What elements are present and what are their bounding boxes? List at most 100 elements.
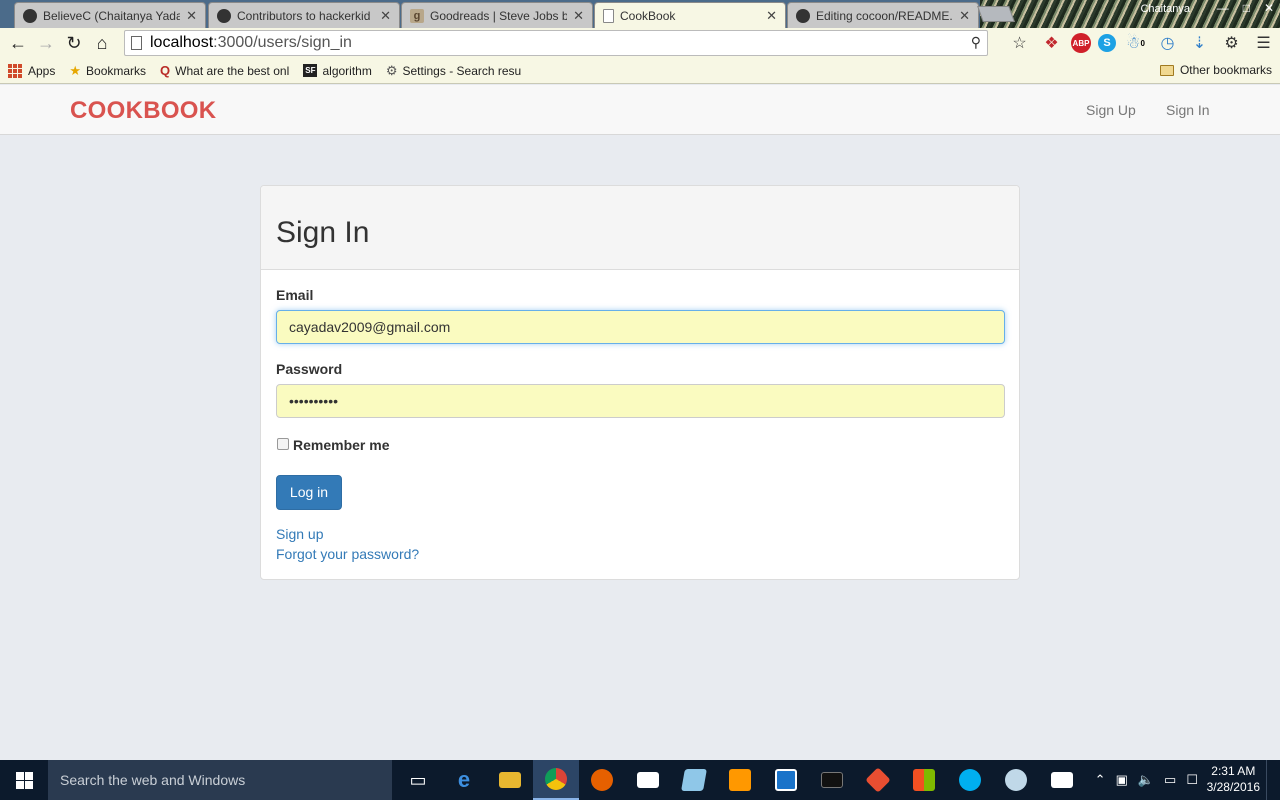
- github-icon: [796, 8, 810, 23]
- task-view-icon[interactable]: ▭: [395, 760, 441, 800]
- page-info-icon[interactable]: [131, 36, 142, 50]
- bookmark-bookmarks[interactable]: ★ Bookmarks: [69, 63, 146, 79]
- battery-icon[interactable]: ▭: [1164, 772, 1176, 788]
- browser-tab[interactable]: Editing cocoon/README.r ✕: [787, 2, 979, 28]
- sign-in-panel: Sign In Email cayadav2009@gmail.com Pass…: [260, 185, 1020, 580]
- key-icon[interactable]: ⚲: [971, 34, 981, 51]
- github-icon: [217, 8, 231, 23]
- sublime-text-icon[interactable]: [717, 760, 763, 800]
- bookmark-apps[interactable]: Apps: [8, 63, 55, 78]
- page-title: Sign In: [276, 216, 370, 249]
- tab-title: CookBook: [620, 9, 676, 23]
- taskbar-search-box[interactable]: Search the web and Windows: [48, 760, 392, 800]
- skype-taskbar-icon[interactable]: [947, 760, 993, 800]
- bookmark-star-icon[interactable]: ☆: [1007, 32, 1032, 54]
- password-label: Password: [276, 361, 343, 377]
- sf-icon: SF: [303, 64, 318, 77]
- home-icon[interactable]: ⌂: [88, 33, 116, 54]
- show-desktop-button[interactable]: [1266, 760, 1280, 800]
- skype-icon[interactable]: S: [1098, 34, 1116, 52]
- browser-tab-strip: Chaitanya — □ ✕ BelieveC (Chaitanya Yada…: [0, 0, 1280, 28]
- notification-icon[interactable]: ☐: [1186, 772, 1198, 788]
- remember-me-checkbox[interactable]: [277, 438, 289, 450]
- terminal-icon[interactable]: [809, 760, 855, 800]
- log-in-button[interactable]: Log in: [276, 475, 342, 510]
- back-arrow-icon[interactable]: ←: [4, 33, 32, 54]
- extension-dragon-icon[interactable]: ❖: [1039, 32, 1064, 54]
- tab-close-icon[interactable]: ✕: [573, 8, 584, 24]
- camera-icon[interactable]: [625, 760, 671, 800]
- panel-heading: [261, 186, 1019, 270]
- github-icon: [23, 8, 37, 23]
- browser-tab[interactable]: g Goodreads | Steve Jobs by ✕: [401, 2, 593, 28]
- star-icon: ★: [69, 62, 82, 78]
- browser-tab[interactable]: Contributors to hackerkid ✕: [208, 2, 400, 28]
- brand-logo[interactable]: COOKBOOK: [70, 97, 216, 125]
- profile-name[interactable]: Chaitanya: [1140, 3, 1190, 15]
- forgot-password-link[interactable]: Forgot your password?: [276, 546, 419, 562]
- url-host: localhost: [150, 34, 214, 51]
- file-explorer-icon[interactable]: [487, 760, 533, 800]
- quora-icon: Q: [160, 63, 171, 78]
- show-hidden-icons-icon[interactable]: ⌃: [1095, 772, 1106, 788]
- minimize-icon[interactable]: —: [1217, 1, 1229, 15]
- bookmark-algorithm[interactable]: SF algorithm: [303, 64, 372, 78]
- bookmark-quora[interactable]: Q What are the best onl: [160, 63, 289, 78]
- windows-logo-icon: [15, 771, 33, 789]
- taskbar-clock[interactable]: 2:31 AM 3/28/2016: [1207, 763, 1260, 795]
- git-icon[interactable]: [855, 760, 901, 800]
- start-button[interactable]: [0, 760, 48, 800]
- tab-close-icon[interactable]: ✕: [186, 8, 197, 24]
- bookmark-label: Bookmarks: [86, 63, 147, 78]
- windows-taskbar: Search the web and Windows ▭ e ⌃ ▣ 🔈 ▭ ☐…: [0, 760, 1280, 800]
- app-blue-icon[interactable]: [763, 760, 809, 800]
- volume-icon[interactable]: 🔈: [1138, 772, 1154, 788]
- tab-close-icon[interactable]: ✕: [766, 8, 777, 24]
- bookmark-label: Settings - Search resu: [402, 63, 522, 78]
- edge-icon[interactable]: e: [441, 760, 487, 800]
- chrome-icon[interactable]: [533, 760, 579, 800]
- notes-icon[interactable]: [671, 760, 717, 800]
- url-path: :3000/users/sign_in: [213, 34, 352, 51]
- sign-up-link[interactable]: Sign up: [276, 526, 323, 542]
- address-bar[interactable]: localhost:3000/users/sign_in ⚲: [124, 30, 988, 56]
- firefox-icon[interactable]: [579, 760, 625, 800]
- bookmark-settings[interactable]: ⚙ Settings - Search resu: [386, 63, 521, 79]
- extension-icons: ☆ ❖ ABP S ☃ 0 ◷ ⇣ ⚙ ☰: [1007, 30, 1276, 56]
- adblock-icon[interactable]: ABP: [1071, 33, 1091, 53]
- tab-title: Editing cocoon/README.r: [816, 8, 954, 23]
- download-icon[interactable]: ⇣: [1187, 32, 1212, 54]
- tab-close-icon[interactable]: ✕: [380, 8, 391, 24]
- page-icon: [603, 9, 614, 23]
- nav-sign-up-link[interactable]: Sign Up: [1086, 102, 1136, 118]
- browser-toolbar: ← → ↻ ⌂ localhost:3000/users/sign_in ⚲ ☆…: [0, 28, 1280, 58]
- password-field[interactable]: ••••••••••: [276, 384, 1005, 418]
- window-controls: — □ ✕: [1217, 1, 1274, 15]
- new-tab-button[interactable]: [977, 6, 1015, 22]
- tab-title: Contributors to hackerkid: [237, 8, 371, 23]
- network-icon[interactable]: ▣: [1116, 772, 1128, 788]
- folder-icon: [1159, 64, 1174, 76]
- store-icon[interactable]: [901, 760, 947, 800]
- other-bookmarks[interactable]: Other bookmarks: [1159, 63, 1272, 77]
- chrome-menu-icon[interactable]: ☰: [1251, 32, 1276, 54]
- ghostery-icon[interactable]: ☃ 0: [1123, 32, 1148, 54]
- reload-icon[interactable]: ↻: [60, 33, 88, 54]
- tab-close-icon[interactable]: ✕: [959, 8, 970, 24]
- email-field[interactable]: cayadav2009@gmail.com: [276, 310, 1005, 344]
- maximize-icon[interactable]: □: [1243, 1, 1250, 15]
- forward-arrow-icon[interactable]: →: [32, 33, 60, 54]
- history-icon[interactable]: ◷: [1155, 32, 1180, 54]
- nav-sign-in-link[interactable]: Sign In: [1166, 102, 1210, 118]
- browser-tab-active[interactable]: CookBook ✕: [594, 2, 786, 28]
- remember-me-label[interactable]: Remember me: [293, 437, 390, 453]
- email-label: Email: [276, 287, 314, 303]
- tab-title: Goodreads | Steve Jobs by: [430, 8, 568, 23]
- browser-tab[interactable]: BelieveC (Chaitanya Yadav ✕: [14, 2, 206, 28]
- settings-gear-icon[interactable]: ⚙: [1219, 32, 1244, 54]
- bookmark-label: algorithm: [322, 63, 372, 78]
- close-window-icon[interactable]: ✕: [1264, 1, 1274, 15]
- goodreads-icon: g: [410, 8, 424, 23]
- movie-maker-icon[interactable]: [1039, 760, 1085, 800]
- paint-icon[interactable]: [993, 760, 1039, 800]
